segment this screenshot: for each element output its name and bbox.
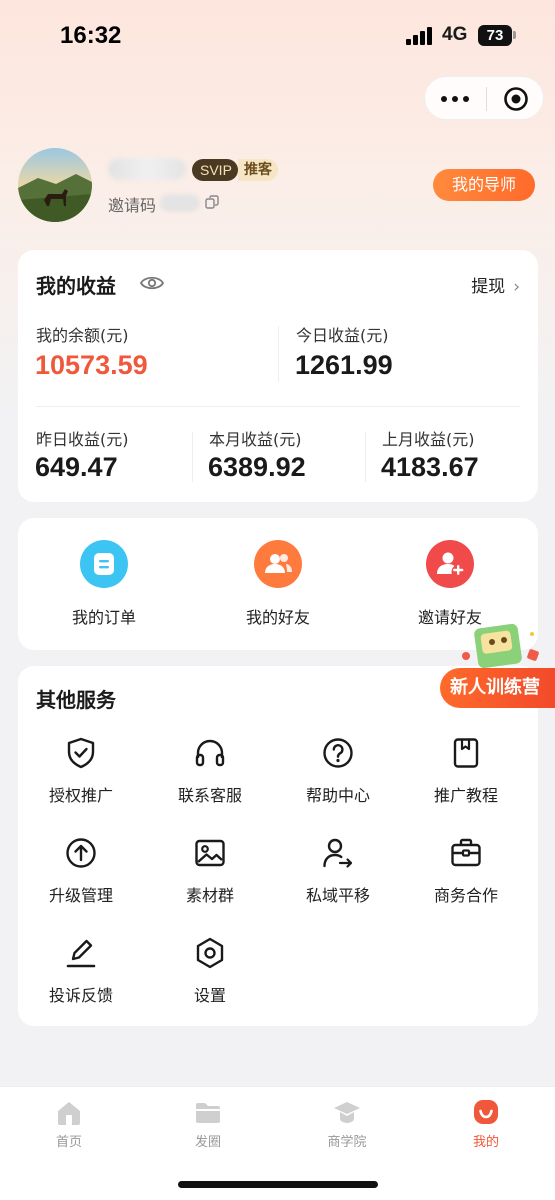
service-help-center[interactable]: 帮助中心 bbox=[283, 736, 393, 826]
service-label: 投诉反馈 bbox=[48, 986, 113, 1005]
service-upgrade-management[interactable]: 升级管理 bbox=[26, 836, 136, 926]
service-label: 联系客服 bbox=[177, 786, 242, 805]
invite-code-label: 邀请码 bbox=[108, 196, 157, 215]
invite-friend-icon bbox=[426, 540, 474, 588]
service-contact-support[interactable]: 联系客服 bbox=[155, 736, 265, 826]
username-redacted bbox=[108, 158, 186, 180]
divider bbox=[278, 326, 279, 382]
user-transfer-icon bbox=[323, 838, 353, 868]
upgrade-icon bbox=[66, 838, 96, 868]
tab-home[interactable]: 首页 bbox=[29, 1097, 109, 1150]
settings-icon bbox=[196, 937, 224, 969]
battery-tip bbox=[513, 31, 516, 39]
divider bbox=[365, 432, 366, 482]
graduation-cap-icon bbox=[334, 1102, 360, 1123]
newbie-camp-promo[interactable]: 新人训练营 bbox=[440, 620, 555, 712]
last-month-earnings-label: 上月收益(元) bbox=[382, 430, 475, 449]
more-icon[interactable] bbox=[441, 87, 471, 111]
miniprogram-capsule bbox=[424, 76, 544, 120]
service-label: 私域平移 bbox=[305, 886, 370, 905]
balance-value: 10573.59 bbox=[35, 350, 148, 380]
tab-label: 商学院 bbox=[327, 1135, 367, 1150]
tab-label: 首页 bbox=[55, 1135, 82, 1150]
divider bbox=[36, 406, 520, 407]
profile-header: SVIP 推客 邀请码 我的导师 bbox=[0, 140, 555, 230]
quick-action-label: 我的好友 bbox=[245, 608, 310, 627]
service-label: 帮助中心 bbox=[305, 786, 370, 805]
divider bbox=[192, 432, 193, 482]
invite-code-redacted bbox=[160, 194, 200, 212]
image-icon bbox=[195, 839, 225, 867]
quick-action-label: 我的订单 bbox=[71, 608, 136, 627]
edit-icon bbox=[66, 939, 96, 968]
service-promo-tutorial[interactable]: 推广教程 bbox=[411, 736, 521, 826]
tab-label: 我的 bbox=[472, 1135, 499, 1150]
headphones-icon bbox=[195, 739, 225, 767]
newbie-camp-label: 新人训练营 bbox=[440, 668, 555, 708]
my-orders-button[interactable]: 我的订单 bbox=[44, 540, 164, 640]
service-authorize-promotion[interactable]: 授权推广 bbox=[26, 736, 136, 826]
service-label: 升级管理 bbox=[48, 886, 113, 905]
service-material-group[interactable]: 素材群 bbox=[155, 836, 265, 926]
service-settings[interactable]: 设置 bbox=[155, 936, 265, 1026]
month-earnings-value: 6389.92 bbox=[208, 452, 306, 482]
earnings-card: 我的收益 提现 › 我的余额(元) 10573.59 今日收益(元) 1261.9… bbox=[18, 250, 538, 502]
service-private-domain-transfer[interactable]: 私域平移 bbox=[283, 836, 393, 926]
status-bar: 16:32 4G 73 bbox=[0, 0, 555, 72]
month-earnings-label: 本月收益(元) bbox=[209, 430, 302, 449]
home-indicator bbox=[178, 1181, 378, 1188]
today-earnings-value: 1261.99 bbox=[295, 350, 393, 380]
question-icon bbox=[323, 738, 353, 768]
tab-business-school[interactable]: 商学院 bbox=[307, 1097, 387, 1150]
service-label: 素材群 bbox=[185, 886, 234, 905]
yesterday-earnings-label: 昨日收益(元) bbox=[36, 430, 129, 449]
bookmark-icon bbox=[453, 738, 479, 768]
network-type: 4G bbox=[442, 24, 468, 45]
balance-label: 我的余额(元) bbox=[36, 326, 129, 345]
services-title: 其他服务 bbox=[36, 688, 116, 712]
role-badge: 推客 bbox=[238, 159, 278, 181]
last-month-earnings-value: 4183.67 bbox=[381, 452, 479, 482]
eye-icon[interactable] bbox=[140, 274, 164, 292]
earnings-title: 我的收益 bbox=[36, 274, 116, 298]
withdraw-link[interactable]: 提现 › bbox=[471, 272, 520, 297]
friends-icon bbox=[254, 540, 302, 588]
tab-mine[interactable]: 我的 bbox=[446, 1097, 526, 1150]
today-earnings-label: 今日收益(元) bbox=[296, 326, 389, 345]
other-services-card: 其他服务 授权推广 联系客服 帮助中心 推广教程 升级管理 素材群 私域平移 商… bbox=[18, 666, 538, 1026]
capsule-divider bbox=[486, 87, 487, 111]
avatar[interactable] bbox=[18, 148, 92, 222]
service-business-cooperation[interactable]: 商务合作 bbox=[411, 836, 521, 926]
tab-label: 发圈 bbox=[194, 1135, 221, 1150]
chevron-right-icon: › bbox=[513, 277, 520, 297]
copy-icon[interactable] bbox=[205, 195, 219, 209]
service-complaint-feedback[interactable]: 投诉反馈 bbox=[26, 936, 136, 1026]
profile-icon bbox=[474, 1100, 498, 1124]
signal-icon bbox=[406, 27, 436, 45]
svip-badge: SVIP bbox=[192, 159, 238, 181]
my-friends-button[interactable]: 我的好友 bbox=[218, 540, 338, 640]
yesterday-earnings-value: 649.47 bbox=[35, 452, 118, 482]
withdraw-label: 提现 bbox=[471, 277, 506, 297]
my-mentor-button[interactable]: 我的导师 bbox=[433, 169, 535, 201]
tab-moments[interactable]: 发圈 bbox=[168, 1097, 248, 1150]
battery-icon: 73 bbox=[478, 25, 512, 46]
service-label: 商务合作 bbox=[433, 886, 498, 905]
service-label: 推广教程 bbox=[433, 786, 498, 805]
home-icon bbox=[58, 1102, 80, 1125]
service-label: 设置 bbox=[193, 986, 226, 1005]
service-label: 授权推广 bbox=[48, 786, 113, 805]
briefcase-icon bbox=[451, 838, 481, 867]
status-time: 16:32 bbox=[60, 22, 122, 49]
folder-icon bbox=[196, 1103, 220, 1123]
shield-check-icon bbox=[67, 737, 95, 769]
order-icon bbox=[80, 540, 128, 588]
close-miniprogram-icon[interactable] bbox=[503, 86, 529, 112]
